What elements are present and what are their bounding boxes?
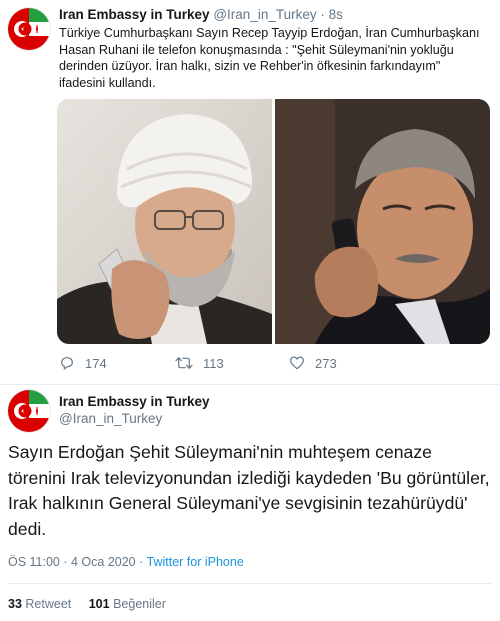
retweet-stat[interactable]: 33 Retweet <box>8 597 89 611</box>
author-handle[interactable]: @Iran_in_Turkey <box>59 411 162 426</box>
photo-erdogan[interactable] <box>275 99 490 344</box>
divider <box>8 583 492 584</box>
author-name[interactable]: Iran Embassy in Turkey <box>59 394 210 409</box>
tweet-photos[interactable] <box>57 99 490 344</box>
avatar[interactable] <box>8 390 50 432</box>
avatar[interactable] <box>8 8 50 50</box>
tweet-stats: 33 Retweet 101 Beğeniler <box>8 597 180 611</box>
divider <box>0 384 500 385</box>
reply-button[interactable]: 174 <box>59 355 107 371</box>
tweet-source[interactable]: Twitter for iPhone <box>147 555 244 569</box>
tweet-header: Iran Embassy in Turkey @Iran_in_Turkey ·… <box>59 7 343 22</box>
like-count: 273 <box>315 355 337 371</box>
retweet-icon <box>175 357 193 369</box>
tweet-time[interactable]: 8s <box>329 7 343 22</box>
tweet-text: Sayın Erdoğan Şehit Süleymani'nin muhteş… <box>8 442 490 539</box>
like-total: 101 <box>88 597 110 611</box>
retweet-total: 33 <box>8 597 22 611</box>
reply-count: 174 <box>85 355 107 371</box>
author-name[interactable]: Iran Embassy in Turkey <box>59 7 210 22</box>
like-label: Beğeniler <box>113 597 166 611</box>
reply-icon <box>61 357 73 370</box>
tweet-actions: 174 113 273 <box>0 355 500 375</box>
quoted-tweet[interactable]: Iran Embassy in Turkey @Iran_in_Turkey ·… <box>0 0 500 384</box>
separator-dot: · <box>320 7 325 22</box>
retweet-label: Retweet <box>25 597 72 611</box>
tweet-text: Türkiye Cumhurbaşkanı Sayın Recep Tayyip… <box>59 26 480 90</box>
author-handle[interactable]: @Iran_in_Turkey <box>213 7 316 22</box>
heart-icon <box>290 356 304 370</box>
tweet-meta: ÖS 11:00 · 4 Oca 2020 · Twitter for iPho… <box>8 555 244 569</box>
retweet-button[interactable]: 113 <box>175 355 224 371</box>
tweet-timestamp[interactable]: ÖS 11:00 · 4 Oca 2020 · <box>8 555 147 569</box>
photo-rouhani[interactable] <box>57 99 272 344</box>
like-stat[interactable]: 101 Beğeniler <box>89 597 180 611</box>
like-button[interactable]: 273 <box>289 355 337 371</box>
retweet-count: 113 <box>203 355 224 371</box>
